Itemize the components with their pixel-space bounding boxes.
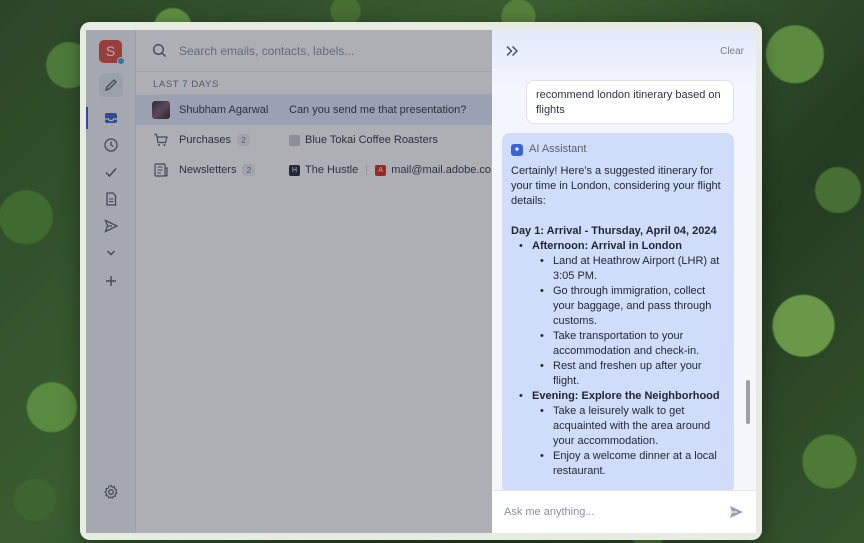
list-item: Take a leisurely walk to get acquainted … xyxy=(538,404,725,449)
panel-header: Clear xyxy=(492,30,756,72)
ai-sparkle-icon: ✦ xyxy=(511,143,523,156)
afternoon-heading: Afternoon: Arrival in London xyxy=(532,240,682,252)
evening-heading: Evening: Explore the Neighborhood xyxy=(532,390,720,402)
scrollbar-thumb[interactable] xyxy=(746,380,750,424)
ai-response: ✦ AI Assistant Certainly! Here's a sugge… xyxy=(502,133,734,493)
list-item: Rest and freshen up after your flight. xyxy=(538,359,725,389)
collapse-panel-icon[interactable] xyxy=(504,43,520,59)
list-item: Enjoy a welcome dinner at a local restau… xyxy=(538,449,725,479)
ask-input[interactable] xyxy=(504,506,704,518)
list-item: Afternoon: Arrival in London Land at Hea… xyxy=(517,239,725,389)
send-icon[interactable] xyxy=(728,504,744,520)
list-item: Evening: Explore the Neighborhood Take a… xyxy=(517,389,725,479)
list-item: Land at Heathrow Airport (LHR) at 3:05 P… xyxy=(538,254,725,284)
ai-assistant-panel: Clear recommend london itinerary based o… xyxy=(492,30,756,533)
clear-button[interactable]: Clear xyxy=(720,46,744,57)
user-message: recommend london itinerary based on flig… xyxy=(526,80,734,124)
chat-input-bar xyxy=(492,490,756,533)
list-item: Take transportation to your accommodatio… xyxy=(538,329,725,359)
modal-dim-overlay[interactable] xyxy=(86,30,492,533)
itinerary-list: Afternoon: Arrival in London Land at Hea… xyxy=(517,239,725,479)
ai-name: AI Assistant xyxy=(529,143,587,155)
day-heading: Day 1: Arrival - Thursday, April 04, 202… xyxy=(511,225,717,237)
ai-intro-text: Certainly! Here's a suggested itinerary … xyxy=(511,165,721,207)
mail-app: S Search emails, contacts, labels... LAS… xyxy=(86,30,756,533)
list-item: Go through immigration, collect your bag… xyxy=(538,284,725,329)
